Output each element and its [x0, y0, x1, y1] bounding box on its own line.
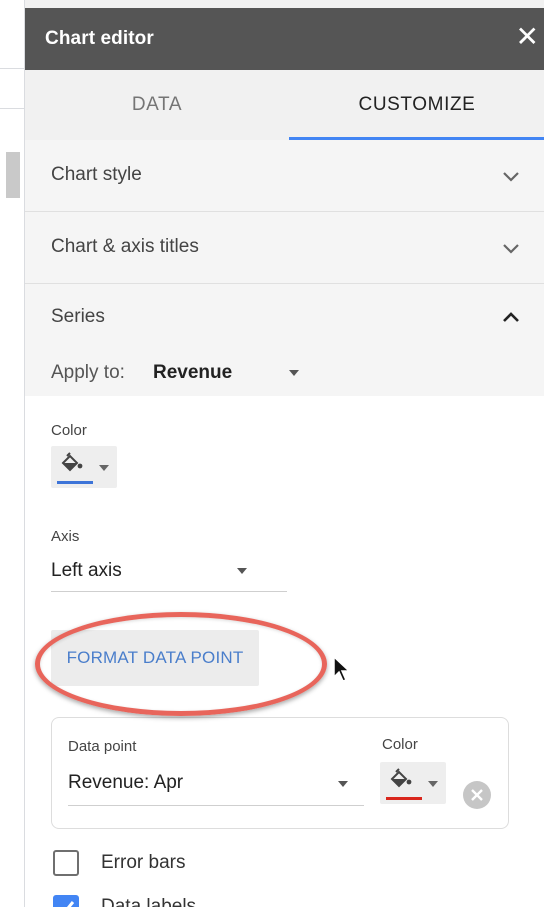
- data-point-color-label: Color: [382, 736, 418, 753]
- data-point-label: Data point: [68, 738, 137, 755]
- tab-data[interactable]: DATA: [25, 70, 289, 140]
- remove-data-point-icon[interactable]: [463, 781, 491, 809]
- apply-to-select[interactable]: Revenue: [153, 362, 232, 384]
- data-labels-label: Data labels: [101, 896, 197, 907]
- section-chart-axis-titles[interactable]: Chart & axis titles: [25, 212, 544, 284]
- page: Chart editor ✕ DATA CUSTOMIZE Chart styl…: [0, 0, 544, 907]
- section-label: Chart style: [51, 164, 142, 185]
- section-chart-style[interactable]: Chart style: [25, 140, 544, 212]
- panel-header: Chart editor ✕: [25, 8, 544, 70]
- dropdown-caret-icon: [428, 781, 438, 787]
- panel-title: Chart editor: [45, 28, 154, 49]
- fill-color-icon: [390, 768, 412, 788]
- chevron-down-icon: [503, 172, 519, 182]
- dropdown-caret-icon: [237, 568, 247, 574]
- dropdown-caret-icon: [338, 781, 348, 787]
- mouse-cursor-icon: [333, 655, 351, 682]
- data-point-select[interactable]: Revenue: Apr: [68, 772, 364, 806]
- close-icon[interactable]: ✕: [516, 22, 539, 52]
- color-swatch: [57, 481, 93, 484]
- spreadsheet-edge: [0, 0, 24, 907]
- dropdown-caret-icon: [99, 465, 109, 471]
- format-data-point-button[interactable]: FORMAT DATA POINT: [51, 630, 259, 686]
- data-point-color-button[interactable]: [380, 762, 446, 804]
- color-label: Color: [51, 422, 87, 439]
- color-swatch: [386, 797, 422, 800]
- chart-editor-panel: Chart editor ✕ DATA CUSTOMIZE Chart styl…: [24, 0, 544, 907]
- data-point-card: Data point Revenue: Apr Color: [51, 717, 509, 829]
- error-bars-checkbox[interactable]: [53, 850, 79, 876]
- axis-label: Axis: [51, 528, 80, 545]
- sheet-divider: [0, 68, 24, 69]
- chevron-up-icon: [503, 312, 519, 322]
- apply-to-label: Apply to:: [51, 362, 125, 383]
- dropdown-caret-icon[interactable]: [289, 370, 299, 376]
- error-bars-label: Error bars: [101, 852, 186, 873]
- chevron-down-icon: [503, 244, 519, 254]
- fill-color-icon: [61, 452, 83, 472]
- sheet-divider: [0, 108, 24, 109]
- section-label: Chart & axis titles: [51, 236, 199, 257]
- data-labels-checkbox[interactable]: [53, 895, 79, 907]
- axis-select[interactable]: Left axis: [51, 560, 287, 592]
- section-series[interactable]: Series Apply to: Revenue: [25, 284, 544, 396]
- axis-select-value: Left axis: [51, 560, 122, 581]
- tab-bar: DATA CUSTOMIZE: [25, 70, 544, 140]
- series-color-button[interactable]: [51, 446, 117, 488]
- data-point-select-value: Revenue: Apr: [68, 772, 184, 793]
- tab-customize[interactable]: CUSTOMIZE: [289, 70, 544, 140]
- sheet-scrollbar-thumb[interactable]: [6, 152, 20, 198]
- section-label: Series: [51, 306, 105, 327]
